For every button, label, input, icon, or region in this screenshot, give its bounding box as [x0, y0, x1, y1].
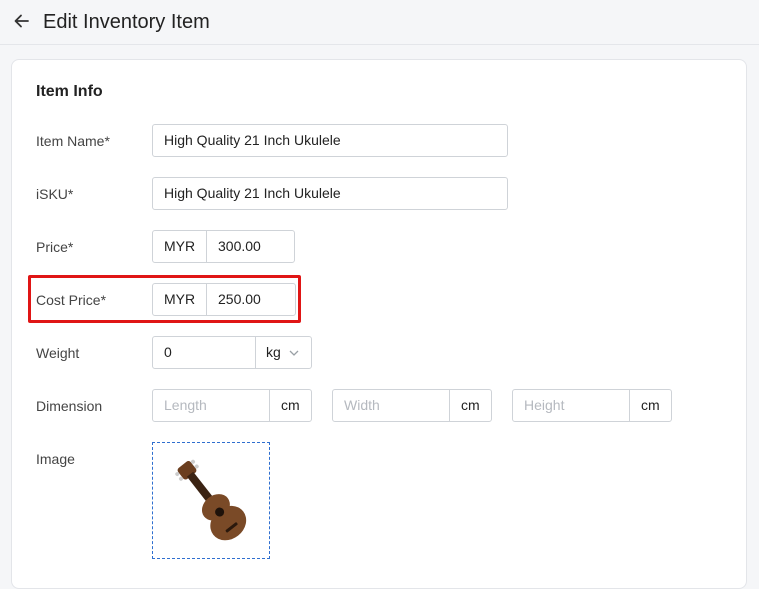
dimension-label: Dimension — [36, 398, 103, 414]
isku-input[interactable]: High Quality 21 Inch Ukulele — [152, 177, 508, 210]
cost-price-input[interactable]: 250.00 — [206, 284, 295, 315]
image-upload-box[interactable] — [152, 442, 270, 559]
back-button[interactable] — [12, 11, 32, 31]
arrow-left-icon — [14, 14, 29, 28]
ukulele-image — [175, 459, 247, 541]
width-input-group: Width cm — [332, 389, 492, 422]
image-label: Image — [36, 451, 75, 467]
cost-price-label: Cost Price* — [36, 292, 107, 308]
price-input-group: MYR 300.00 — [152, 230, 295, 263]
width-placeholder: Width — [344, 397, 380, 413]
page-title: Edit Inventory Item — [43, 11, 210, 33]
price-currency: MYR — [164, 238, 196, 254]
chevron-down-icon — [289, 350, 299, 356]
isku-label: iSKU* — [36, 186, 74, 202]
height-input[interactable]: Height — [513, 390, 629, 421]
section-title: Item Info — [36, 83, 103, 100]
item-info-card: Item Info Item Name* High Quality 21 Inc… — [11, 59, 747, 589]
item-name-input[interactable]: High Quality 21 Inch Ukulele — [152, 124, 508, 157]
length-input-group: Length cm — [152, 389, 312, 422]
width-input[interactable]: Width — [333, 390, 449, 421]
weight-input-group: 0 kg — [152, 336, 312, 369]
height-placeholder: Height — [524, 397, 565, 413]
weight-label: Weight — [36, 345, 80, 361]
length-placeholder: Length — [164, 397, 207, 413]
weight-input[interactable]: 0 — [153, 337, 255, 368]
width-unit: cm — [449, 390, 491, 421]
price-input[interactable]: 300.00 — [206, 231, 294, 262]
item-name-label: Item Name* — [36, 133, 110, 149]
height-input-group: Height cm — [512, 389, 672, 422]
cost-price-currency: MYR — [164, 291, 196, 307]
cost-price-input-group: MYR 250.00 — [152, 283, 296, 316]
price-label: Price* — [36, 239, 74, 255]
height-unit: cm — [629, 390, 671, 421]
weight-unit-value: kg — [266, 344, 281, 360]
length-input[interactable]: Length — [153, 390, 269, 421]
weight-unit-select[interactable]: kg — [255, 337, 311, 368]
page-header: Edit Inventory Item — [0, 0, 759, 45]
length-unit: cm — [269, 390, 311, 421]
